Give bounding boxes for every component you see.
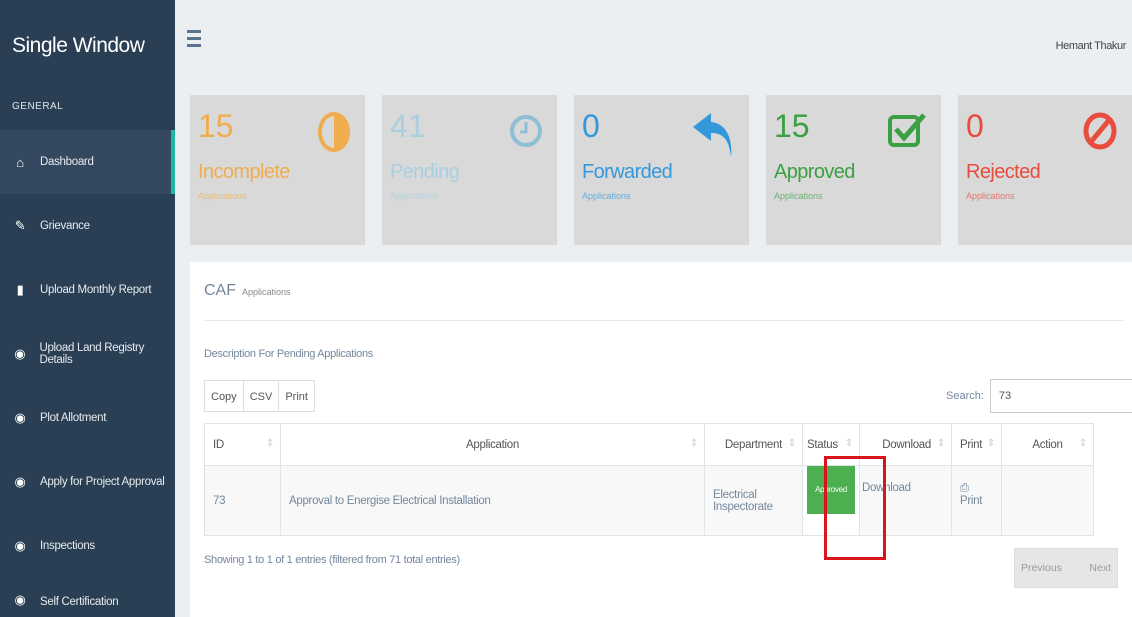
search-box: Search: — [946, 379, 1132, 413]
sidebar-item-project-approval[interactable]: ◉ Apply for Project Approval — [0, 450, 175, 514]
print-export-button[interactable]: Print — [278, 380, 315, 412]
column-header-id[interactable]: ID ⇕ — [204, 423, 281, 466]
tile-pending[interactable]: 41 Pending Applications — [382, 95, 557, 245]
tile-sublabel: Applications — [966, 191, 1015, 201]
sidebar-item-grievance[interactable]: ✎ Grievance — [0, 194, 175, 258]
next-button[interactable]: Next — [1089, 562, 1111, 574]
divider — [204, 320, 1124, 321]
tile-forwarded[interactable]: 0 Forwarded Applications — [574, 95, 749, 245]
search-label: Search: — [946, 390, 984, 402]
sidebar-item-plot-allotment[interactable]: ◉ Plot Allotment — [0, 386, 175, 450]
column-header-action[interactable]: Action ⇕ — [1001, 423, 1094, 466]
reply-icon — [691, 111, 735, 168]
location-icon: ◉ — [14, 410, 26, 425]
tile-label: Approved — [774, 161, 855, 183]
export-buttons: Copy CSV Print — [204, 380, 315, 412]
sidebar-nav: ⌂ Dashboard ✎ Grievance ▮ Upload Monthly… — [0, 130, 175, 608]
tile-approved[interactable]: 15 Approved Applications — [766, 95, 941, 245]
cell-action — [1001, 465, 1094, 536]
panel-subtitle: Applications — [242, 287, 291, 297]
previous-button[interactable]: Previous — [1021, 562, 1062, 574]
tile-sublabel: Applications — [390, 191, 439, 201]
applications-table: ID ⇕ Application ⇕ Department ⇕ Status ⇕ Dow… — [204, 423, 1094, 536]
sidebar-item-label: Grievance — [40, 220, 90, 232]
column-header-print[interactable]: Print ⇕ — [951, 423, 1002, 466]
cell-application: Approval to Energise Electrical Installa… — [280, 465, 705, 536]
location-icon: ◉ — [14, 474, 26, 489]
tile-label: Incomplete — [198, 161, 290, 183]
sidebar: Single Window GENERAL ⌂ Dashboard ✎ Grie… — [0, 0, 175, 617]
brand-title[interactable]: Single Window — [0, 0, 175, 92]
table-info: Showing 1 to 1 of 1 entries (filtered fr… — [204, 554, 460, 566]
tile-label: Pending — [390, 161, 460, 183]
table-row: 73 Approval to Energise Electrical Insta… — [204, 465, 1094, 536]
tile-sublabel: Applications — [774, 191, 823, 201]
tile-label: Rejected — [966, 161, 1041, 183]
home-icon: ⌂ — [16, 154, 24, 170]
sidebar-item-label: Upload Land Registry Details — [39, 342, 145, 366]
sidebar-item-label: Self Certification — [40, 596, 119, 608]
pencil-icon: ✎ — [14, 218, 26, 233]
location-icon: ◉ — [14, 538, 26, 553]
sidebar-item-label: Dashboard — [40, 156, 94, 168]
copy-button[interactable]: Copy — [204, 380, 244, 412]
tile-incomplete[interactable]: 15 Incomplete Applications — [190, 95, 365, 245]
sidebar-item-label: Apply for Project Approval — [40, 476, 165, 488]
pagination: Previous Next — [1014, 548, 1118, 588]
ban-icon — [1082, 111, 1118, 160]
sidebar-section-label: GENERAL — [12, 101, 64, 112]
bar-chart-icon: ▮ — [16, 282, 24, 297]
tile-sublabel: Applications — [582, 191, 631, 201]
clock-icon — [509, 111, 543, 160]
half-circle-icon — [317, 111, 351, 162]
sidebar-item-self-certification[interactable]: ◉ Self Certification — [0, 578, 175, 608]
printer-icon: ⎙ — [960, 482, 969, 494]
applications-panel: CAF Applications Description For Pending … — [190, 262, 1132, 617]
panel-title-text: CAF — [204, 282, 236, 299]
column-header-application[interactable]: Application ⇕ — [280, 423, 705, 466]
highlight-box — [824, 456, 886, 560]
check-square-icon — [887, 111, 927, 160]
sidebar-item-upload-land-registry[interactable]: ◉ Upload Land Registry Details — [0, 322, 175, 386]
menu-toggle-icon[interactable] — [187, 30, 201, 51]
cell-department: Electrical Inspectorate — [704, 465, 803, 536]
table-header-row: ID ⇕ Application ⇕ Department ⇕ Status ⇕ Dow… — [204, 423, 1094, 466]
sidebar-item-inspections[interactable]: ◉ Inspections — [0, 514, 175, 578]
location-icon: ◉ — [14, 592, 26, 607]
tile-sublabel: Applications — [198, 191, 247, 201]
sidebar-item-upload-monthly-report[interactable]: ▮ Upload Monthly Report — [0, 258, 175, 322]
sidebar-item-label: Plot Allotment — [40, 412, 107, 424]
panel-title: CAF Applications — [204, 282, 291, 300]
sidebar-item-label: Upload Monthly Report — [40, 284, 152, 296]
search-input[interactable] — [989, 379, 1132, 413]
sidebar-item-label: Inspections — [40, 540, 95, 552]
location-icon: ◉ — [14, 346, 26, 361]
column-header-department[interactable]: Department ⇕ — [704, 423, 803, 466]
user-name[interactable]: Hemant Thakur — [1056, 40, 1127, 52]
csv-button[interactable]: CSV — [242, 380, 280, 412]
sidebar-item-dashboard[interactable]: ⌂ Dashboard — [0, 130, 175, 194]
cell-id: 73 — [204, 465, 281, 536]
panel-description: Description For Pending Applications — [204, 348, 373, 360]
top-navbar: Hemant Thakur — [175, 0, 1132, 85]
print-link[interactable]: ⎙ Print — [951, 465, 1002, 536]
tile-rejected[interactable]: 0 Rejected Applications — [958, 95, 1132, 245]
